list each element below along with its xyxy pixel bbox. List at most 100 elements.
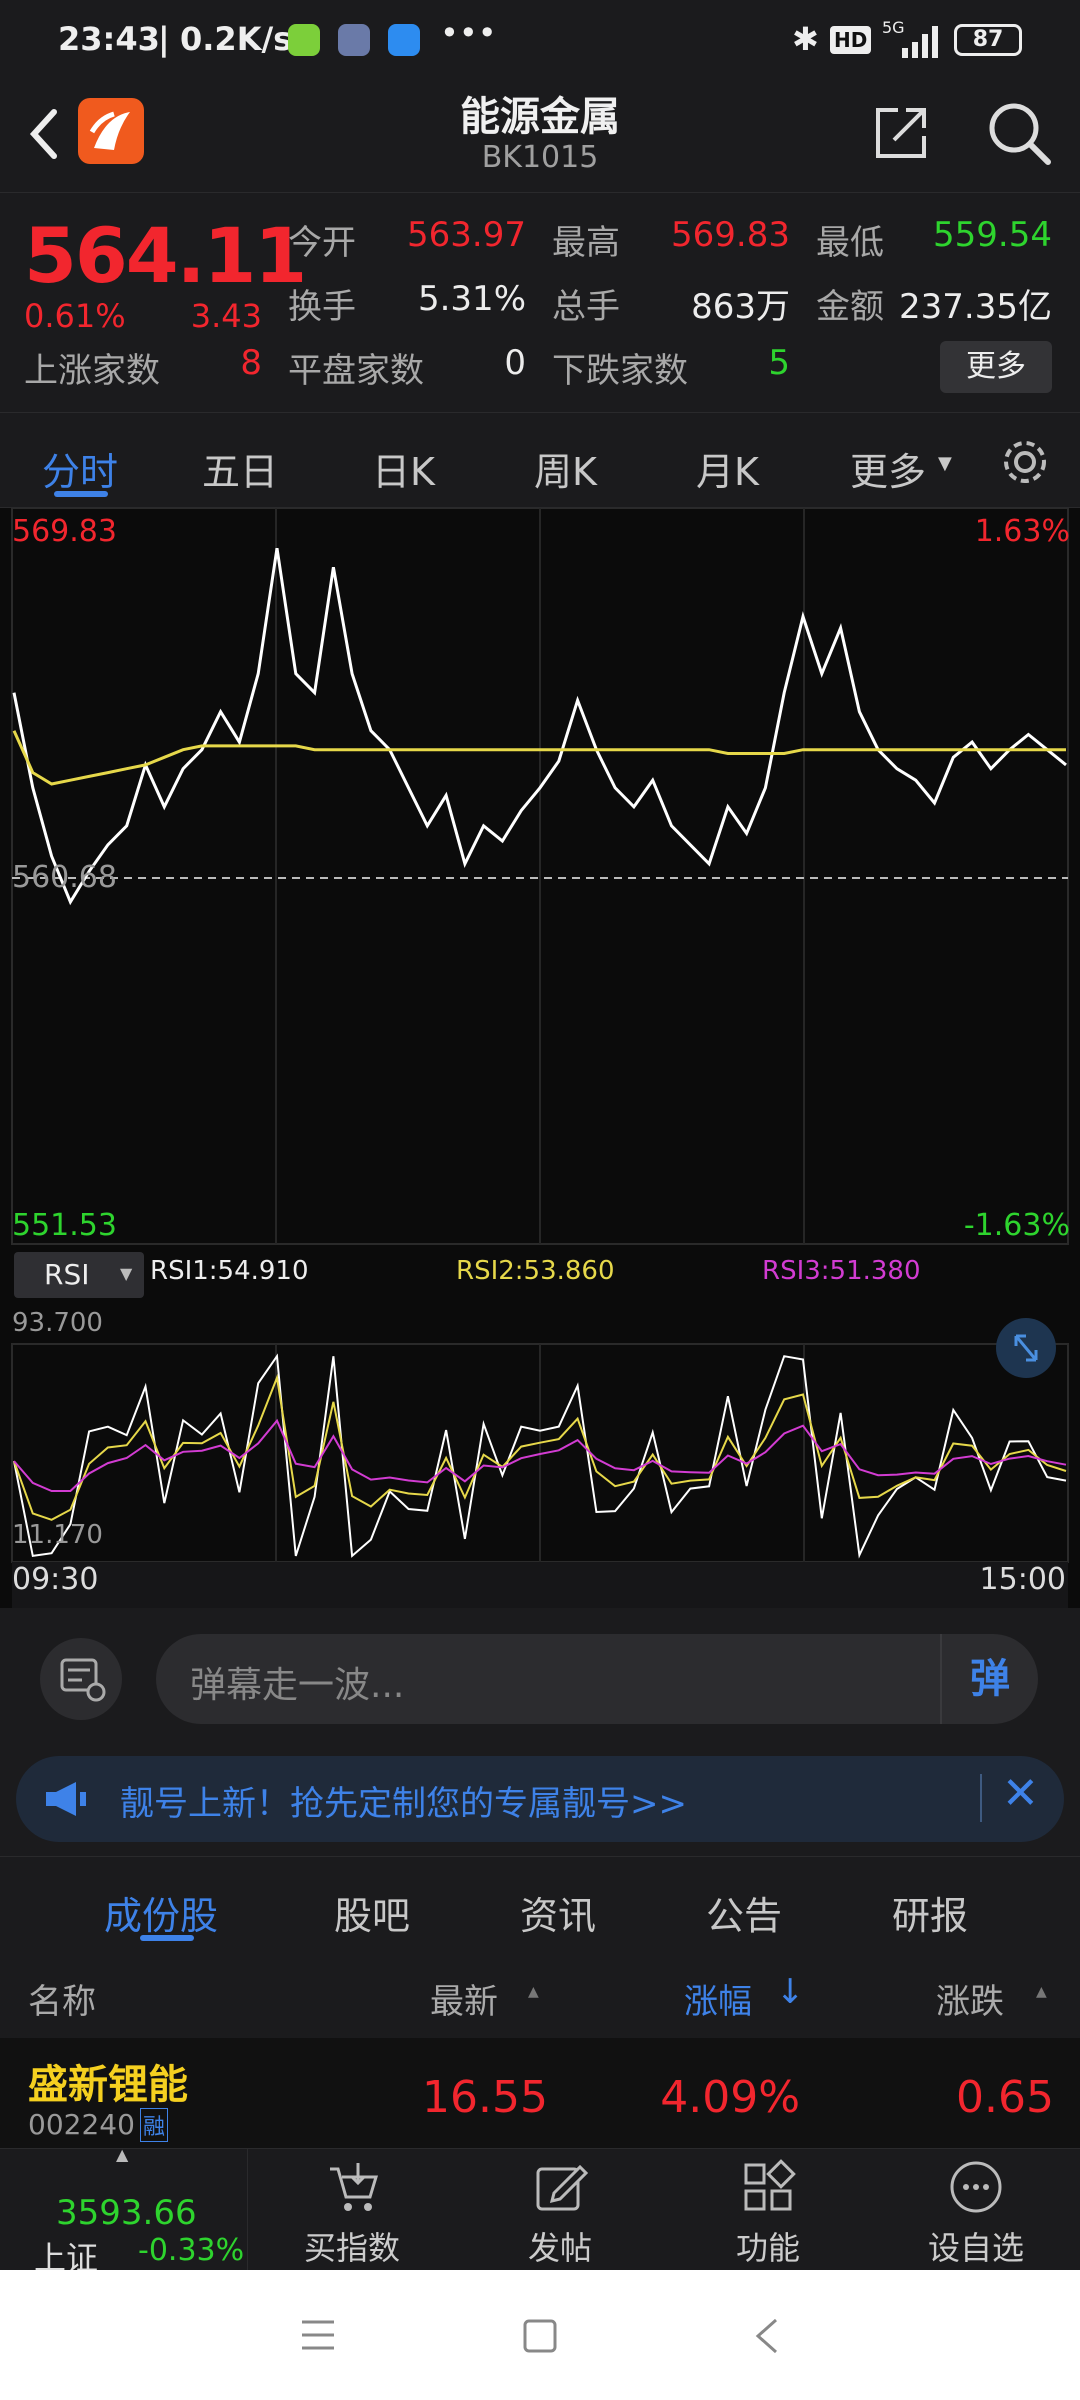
sort-desc-icon: ↓ xyxy=(776,1972,805,2012)
tab-news[interactable]: 资讯 xyxy=(520,1885,596,1940)
open-value: 563.97 xyxy=(407,215,526,255)
constituent-tabs: 成份股 股吧 资讯 公告 研报 xyxy=(0,1856,1080,1952)
tab-weekly-k[interactable]: 周K xyxy=(534,441,597,496)
tab-research[interactable]: 研报 xyxy=(892,1885,968,1940)
home-icon[interactable] xyxy=(522,2318,558,2354)
chart-svg xyxy=(11,508,1069,1563)
promo-banner[interactable]: 靓号上新！抢先定制您的专属靓号>> ✕ xyxy=(16,1756,1064,1842)
index-ticker[interactable]: ▲ 3593.66 上证 -0.33% xyxy=(0,2145,248,2277)
rsi3-label: RSI3:51.380 xyxy=(762,1256,921,1286)
expand-up-icon: ▲ xyxy=(116,2145,129,2164)
tab-intraday[interactable]: 分时 xyxy=(42,441,118,496)
column-latest[interactable]: 最新 xyxy=(430,1974,498,2023)
post-button[interactable]: 发帖 xyxy=(460,2149,660,2271)
close-icon[interactable]: ✕ xyxy=(1002,1768,1039,1819)
indicator-label: RSI xyxy=(44,1258,90,1291)
dropdown-arrow-icon: ▼ xyxy=(120,1264,133,1283)
back-icon[interactable] xyxy=(24,104,64,164)
active-tab-indicator xyxy=(54,491,108,497)
menu-icon[interactable] xyxy=(300,2318,336,2352)
tab-forum[interactable]: 股吧 xyxy=(334,1885,410,1940)
rsi2-label: RSI2:53.860 xyxy=(456,1256,615,1286)
intraday-chart-area[interactable]: 569.83 560.68 551.53 1.63% -1.63% RSI ▼ … xyxy=(0,508,1080,1608)
functions-label: 功能 xyxy=(735,2229,800,2267)
margin-tag: 融 xyxy=(140,2108,169,2142)
danmu-input[interactable]: 弹幕走一波... 弹 xyxy=(156,1634,1038,1724)
expand-chart-button[interactable] xyxy=(996,1318,1056,1378)
indicator-selector[interactable]: RSI ▼ xyxy=(14,1252,144,1298)
tab-more[interactable]: 更多 xyxy=(850,441,926,496)
open-label: 今开 xyxy=(288,223,356,263)
rsi-axis-min: 11.170 xyxy=(12,1520,103,1550)
pct-axis-low: -1.63% xyxy=(963,1208,1070,1243)
index-change: -0.33% xyxy=(138,2233,245,2268)
y-axis-prev-close: 560.68 xyxy=(12,860,117,895)
stock-pct: 4.09% xyxy=(660,2072,800,2123)
search-icon[interactable] xyxy=(984,98,1054,168)
status-bar: 23:43 | 0.2K/s ••• ✱ HD 5G 87 xyxy=(0,0,1080,84)
more-notifications-icon: ••• xyxy=(440,14,497,52)
expand-icon xyxy=(1014,1334,1038,1362)
tab-daily-k[interactable]: 日K xyxy=(372,441,435,496)
stock-name: 盛新锂能 xyxy=(28,2062,188,2108)
post-label: 发帖 xyxy=(527,2229,592,2267)
stock-change: 0.65 xyxy=(956,2072,1054,2123)
active-subtab-indicator xyxy=(140,1935,194,1941)
dropdown-arrow-icon: ▼ xyxy=(938,453,952,474)
app-logo xyxy=(78,98,144,164)
settings-gear-icon[interactable] xyxy=(998,435,1052,489)
danmu-settings-icon xyxy=(60,1658,106,1702)
board-code: BK1015 xyxy=(481,140,599,175)
add-watchlist-label: 设自选 xyxy=(927,2229,1024,2267)
column-pct[interactable]: 涨幅 xyxy=(684,1974,752,2023)
hd-icon: HD xyxy=(830,26,872,54)
cart-icon xyxy=(330,2163,379,2211)
quote-panel: 564.11 0.61% 3.43 今开 563.97 最高 569.83 最低… xyxy=(0,192,1080,412)
top-app-bar: 能源金属 BK1015 xyxy=(0,84,1080,192)
tab-monthly-k[interactable]: 月K xyxy=(696,441,759,496)
up-count-value: 8 xyxy=(240,343,262,383)
danmu-placeholder: 弹幕走一波... xyxy=(190,1665,405,1706)
share-icon[interactable] xyxy=(870,100,934,164)
danmu-bar: 弹幕走一波... 弹 xyxy=(0,1608,1080,1750)
danmu-send-button[interactable]: 弹 xyxy=(940,1634,1038,1724)
more-quote-button[interactable]: 更多 xyxy=(940,341,1052,393)
turnover-value: 5.31% xyxy=(417,279,526,319)
tab-five-day[interactable]: 五日 xyxy=(202,441,278,496)
high-value: 569.83 xyxy=(671,215,790,255)
add-watchlist-button[interactable]: 设自选 xyxy=(876,2149,1076,2271)
functions-button[interactable]: 功能 xyxy=(668,2149,868,2271)
low-value: 559.54 xyxy=(933,215,1052,255)
megaphone-icon xyxy=(46,1782,86,1816)
volume-label: 总手 xyxy=(552,287,620,327)
time-start: 09:30 xyxy=(12,1562,99,1597)
down-count-label: 下跌家数 xyxy=(552,351,688,391)
gear-notification-icon xyxy=(338,24,370,56)
flat-count-label: 平盘家数 xyxy=(288,351,424,391)
up-count-label: 上涨家数 xyxy=(24,351,160,391)
stock-list-header: 名称 最新 ▲ 涨幅 ↓ 涨跌 ▲ xyxy=(0,1952,1080,2038)
column-name: 名称 xyxy=(28,1982,96,2022)
stock-latest: 16.55 xyxy=(422,2072,548,2123)
column-change[interactable]: 涨跌 xyxy=(936,1974,1004,2023)
banner-text: 靓号上新！抢先定制您的专属靓号>> xyxy=(120,1784,687,1824)
danmu-toggle-button[interactable] xyxy=(40,1638,122,1720)
pct-axis-high: 1.63% xyxy=(974,514,1070,549)
turnover-label: 换手 xyxy=(288,287,356,327)
edit-icon xyxy=(536,2164,588,2211)
app-notification-icon xyxy=(288,24,320,56)
bottom-toolbar: ▲ 3593.66 上证 -0.33% 买指数 发帖 功能 设自选 xyxy=(0,2145,1080,2277)
table-row[interactable]: 盛新锂能 002240 融 16.55 4.09% 0.65 xyxy=(0,2038,1080,2148)
more-circle-icon xyxy=(950,2161,1002,2213)
back-nav-icon[interactable] xyxy=(752,2316,782,2356)
y-axis-low: 551.53 xyxy=(12,1208,117,1243)
change-value: 3.43 xyxy=(190,297,262,335)
buy-index-button[interactable]: 买指数 xyxy=(252,2149,452,2271)
current-price: 564.11 xyxy=(24,211,307,300)
tab-constituents[interactable]: 成份股 xyxy=(104,1885,218,1940)
grid-icon xyxy=(744,2159,796,2211)
y-axis-high: 569.83 xyxy=(12,514,117,549)
tab-announcements[interactable]: 公告 xyxy=(706,1885,782,1940)
rsi-axis-max: 93.700 xyxy=(12,1308,103,1338)
buy-index-label: 买指数 xyxy=(303,2229,400,2267)
